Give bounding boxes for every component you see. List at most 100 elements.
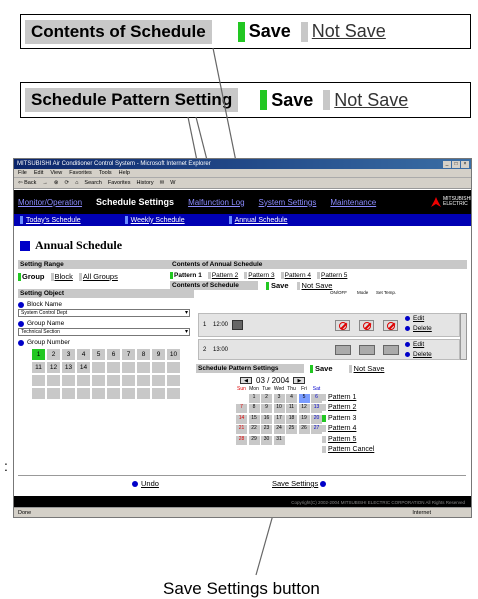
pattern-not-save-button[interactable]: Not Save	[348, 364, 384, 373]
contents-not-save-button[interactable]: Not Save	[296, 281, 332, 290]
settemp-icon[interactable]	[383, 320, 398, 331]
nav-monitor-operation[interactable]: Monitor/Operation	[18, 198, 82, 207]
calendar-day[interactable]: 21	[236, 425, 247, 434]
calendar-day[interactable]: 31	[273, 435, 285, 445]
calendar-day[interactable]: 27	[311, 425, 322, 434]
group-number-3[interactable]: 3	[62, 349, 75, 360]
group-number-8[interactable]: 8	[137, 349, 150, 360]
settemp-icon[interactable]	[383, 345, 399, 355]
group-number-2[interactable]: 2	[47, 349, 60, 360]
calendar-day[interactable]: 6	[311, 393, 322, 403]
group-number-4[interactable]: 4	[77, 349, 90, 360]
calendar-day[interactable]: 10	[273, 404, 285, 413]
range-group-option[interactable]: Group	[18, 272, 45, 281]
menu-tools[interactable]: Tools	[99, 170, 112, 176]
home-icon[interactable]: ⌂	[75, 180, 78, 186]
pattern-tab-5[interactable]: Pattern 5	[317, 272, 347, 279]
refresh-icon[interactable]: ⟳	[64, 180, 69, 186]
calendar-day[interactable]: 11	[286, 404, 297, 413]
pattern-tab-3[interactable]: Pattern 3	[244, 272, 275, 279]
contents-save-button[interactable]: Save	[266, 281, 289, 290]
calendar-day[interactable]: 8	[248, 404, 260, 413]
menu-file[interactable]: File	[18, 170, 27, 176]
calendar-day[interactable]: 2	[261, 393, 272, 403]
calendar-day[interactable]: 7	[236, 404, 247, 413]
onoff-icon[interactable]	[335, 345, 351, 355]
word-icon[interactable]: W	[170, 180, 175, 186]
group-number-10[interactable]: 10	[167, 349, 180, 360]
group-number-1[interactable]: 1	[32, 349, 45, 360]
pattern-list-item-1[interactable]: Pattern 1	[322, 392, 374, 403]
row-edit-link[interactable]: Edit	[405, 315, 424, 322]
calendar-day[interactable]: 30	[261, 435, 272, 445]
calendar-day[interactable]: 12	[298, 404, 310, 413]
nav-system-settings[interactable]: System Settings	[259, 198, 317, 207]
range-block-option[interactable]: Block	[50, 272, 73, 281]
group-number-9[interactable]: 9	[152, 349, 165, 360]
calendar-day[interactable]: 13	[311, 404, 322, 413]
nav-schedule-settings[interactable]: Schedule Settings	[96, 197, 174, 207]
menu-favorites[interactable]: Favorites	[69, 170, 92, 176]
calendar-day[interactable]: 1	[248, 393, 260, 403]
nav-maintenance[interactable]: Maintenance	[330, 198, 376, 207]
row-edit-link[interactable]: Edit	[405, 341, 424, 348]
row-delete-link[interactable]: Delete	[405, 351, 432, 358]
subnav-weekly-schedule[interactable]: Weekly Schedule	[125, 216, 185, 224]
row-delete-link[interactable]: Delete	[405, 325, 432, 332]
close-button[interactable]: ×	[461, 160, 469, 168]
calendar-day[interactable]: 26	[298, 425, 310, 434]
calendar-day[interactable]: 4	[286, 393, 297, 403]
onoff-icon[interactable]	[335, 320, 350, 331]
calendar-day[interactable]: 17	[273, 414, 285, 424]
history-button[interactable]: History	[136, 180, 153, 186]
forward-button[interactable]: →	[42, 180, 48, 186]
calendar-day[interactable]: 19	[298, 414, 310, 424]
menu-view[interactable]: View	[50, 170, 62, 176]
back-button[interactable]: ⇦ Back	[18, 180, 36, 186]
group-number-6[interactable]: 6	[107, 349, 120, 360]
calendar-day[interactable]: 23	[261, 425, 272, 434]
pattern-cancel-item[interactable]: Pattern Cancel	[322, 445, 374, 456]
calendar-day[interactable]: 5	[298, 393, 310, 403]
calendar-day[interactable]: 15	[248, 414, 260, 424]
stop-icon[interactable]: ⊗	[54, 180, 59, 186]
group-number-13[interactable]: 13	[62, 362, 75, 373]
calendar-day[interactable]: 29	[248, 435, 260, 445]
group-name-select[interactable]: Technical Section	[18, 328, 190, 336]
maximize-button[interactable]: □	[452, 160, 460, 168]
group-number-12[interactable]: 12	[47, 362, 60, 373]
mode-icon[interactable]	[359, 345, 375, 355]
favorites-button[interactable]: Favorites	[108, 180, 131, 186]
mode-icon[interactable]	[359, 320, 374, 331]
next-month-icon[interactable]: ▶	[293, 377, 306, 384]
range-all-groups-option[interactable]: All Groups	[78, 272, 118, 281]
pattern-save-button[interactable]: Save	[310, 364, 333, 373]
pattern-list-item-2[interactable]: Pattern 2	[322, 403, 374, 414]
calendar-day[interactable]: 20	[311, 414, 322, 424]
group-number-14[interactable]: 14	[77, 362, 90, 373]
calendar-day[interactable]: 24	[273, 425, 285, 434]
group-number-7[interactable]: 7	[122, 349, 135, 360]
nav-malfunction-log[interactable]: Malfunction Log	[188, 198, 244, 207]
calendar-day[interactable]: 9	[261, 404, 272, 413]
undo-button[interactable]: Undo	[132, 479, 159, 488]
group-number-11[interactable]: 11	[32, 362, 45, 373]
calendar-day[interactable]: 18	[286, 414, 297, 424]
calendar-day[interactable]: 16	[261, 414, 272, 424]
mail-icon[interactable]: ✉	[160, 180, 165, 186]
save-settings-button[interactable]: Save Settings	[272, 479, 329, 488]
pattern-list-item-3[interactable]: Pattern 3	[322, 413, 374, 424]
calendar-day[interactable]: 28	[236, 435, 247, 445]
pattern-tab-2[interactable]: Pattern 2	[207, 272, 238, 279]
pattern-tab-1[interactable]: Pattern 1	[170, 272, 202, 279]
block-name-select[interactable]: System Control Dept	[18, 309, 190, 317]
calendar-day[interactable]: 25	[286, 425, 297, 434]
pattern-list-item-4[interactable]: Pattern 4	[322, 424, 374, 435]
prev-month-icon[interactable]: ◀	[240, 377, 252, 384]
menu-edit[interactable]: Edit	[34, 170, 43, 176]
calendar-day[interactable]: 3	[273, 393, 285, 403]
minimize-button[interactable]: _	[443, 160, 451, 168]
menu-help[interactable]: Help	[119, 170, 130, 176]
group-number-5[interactable]: 5	[92, 349, 105, 360]
subnav-todays-schedule[interactable]: Today's Schedule	[20, 216, 81, 224]
